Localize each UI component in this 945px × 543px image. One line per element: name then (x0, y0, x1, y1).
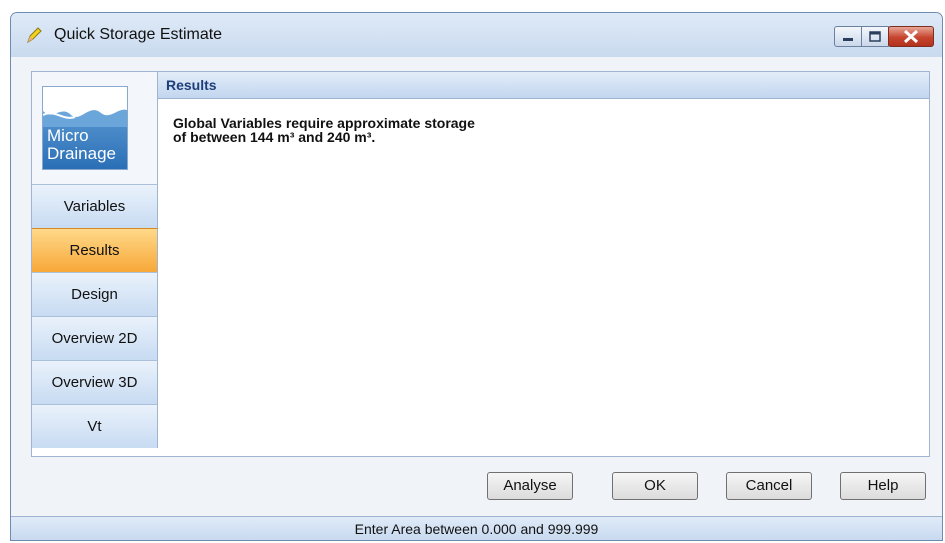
nav-item-overview-2d[interactable]: Overview 2D (32, 316, 158, 360)
logo-line: Micro (47, 126, 89, 145)
quick-storage-estimate-window: Quick Storage Estimate Micro Drainage Va… (10, 12, 943, 541)
minimize-button[interactable] (834, 26, 862, 47)
title-bar[interactable]: Quick Storage Estimate (11, 13, 942, 57)
maximize-button[interactable] (861, 26, 889, 47)
logo-cell: Micro Drainage (32, 72, 158, 184)
window-client-area: Micro Drainage Variables Results Design … (11, 57, 942, 540)
nav-item-overview-3d[interactable]: Overview 3D (32, 360, 158, 404)
nav-item-results[interactable]: Results (32, 228, 158, 272)
status-bar: Enter Area between 0.000 and 999.999 (11, 516, 942, 540)
cancel-button[interactable]: Cancel (726, 472, 812, 500)
analyse-button[interactable]: Analyse (487, 472, 573, 500)
results-panel: Results Global Variables require approxi… (158, 72, 929, 456)
ok-button[interactable]: OK (612, 472, 698, 500)
nav-item-design[interactable]: Design (32, 272, 158, 316)
result-line: Global Variables require approximate sto… (173, 115, 475, 131)
close-icon (903, 29, 919, 44)
maximize-icon (869, 31, 881, 42)
minimize-icon (843, 38, 853, 41)
nav-item-variables[interactable]: Variables (32, 184, 158, 228)
window-title: Quick Storage Estimate (54, 26, 223, 43)
content-frame: Micro Drainage Variables Results Design … (31, 71, 930, 457)
pencil-icon (27, 27, 42, 44)
logo-wave-graphic (43, 87, 127, 127)
panel-header: Results (158, 72, 929, 99)
micro-drainage-logo: Micro Drainage (42, 86, 128, 170)
nav-item-vt[interactable]: Vt (32, 404, 158, 448)
side-navigation: Variables Results Design Overview 2D Ove… (32, 184, 158, 448)
close-button[interactable] (888, 26, 934, 47)
logo-line: Drainage (47, 144, 116, 163)
result-line: of between 144 m³ and 240 m³. (173, 129, 376, 145)
result-message: Global Variables require approximate sto… (173, 116, 475, 144)
logo-wordmark: Micro Drainage (47, 127, 116, 163)
help-button[interactable]: Help (840, 472, 926, 500)
